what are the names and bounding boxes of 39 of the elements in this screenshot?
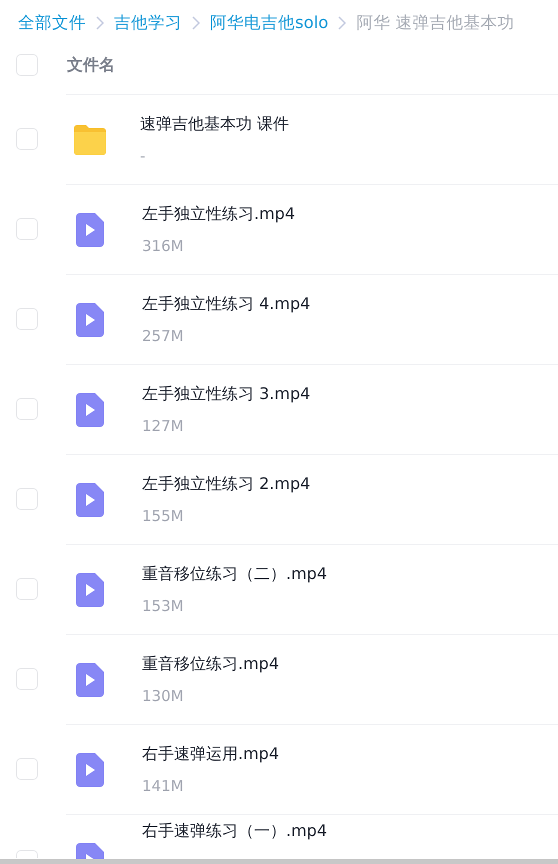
row-checkbox[interactable] <box>16 850 38 858</box>
file-name[interactable]: 重音移位练习（二）.mp4 <box>142 564 328 585</box>
video-file-icon <box>76 392 104 426</box>
select-all-checkbox[interactable] <box>16 54 38 76</box>
row-checkbox[interactable] <box>16 398 38 420</box>
file-size: 316M <box>142 237 185 255</box>
video-file-icon <box>76 662 104 696</box>
file-name[interactable]: 重音移位练习.mp4 <box>142 654 280 675</box>
row-checkbox[interactable] <box>16 668 38 690</box>
file-name[interactable]: 左手独立性练习 2.mp4 <box>142 474 310 495</box>
file-size: 153M <box>142 597 185 615</box>
video-file-icon <box>76 572 104 606</box>
file-size: 141M <box>142 777 185 795</box>
file-size: 130M <box>142 687 185 705</box>
chevron-icon <box>96 16 104 30</box>
file-size: 257M <box>142 327 185 345</box>
file-name[interactable]: 速弹吉他基本功 课件 <box>140 114 290 135</box>
file-size: 127M <box>142 417 185 435</box>
file-size: - <box>140 147 146 165</box>
row-checkbox[interactable] <box>16 218 38 240</box>
video-file-icon <box>76 212 104 246</box>
video-file-icon <box>76 302 104 336</box>
chevron-icon <box>192 16 200 30</box>
folder-icon <box>72 124 108 156</box>
row-checkbox[interactable] <box>16 578 38 600</box>
video-file-icon <box>76 482 104 516</box>
row-checkbox[interactable] <box>16 488 38 510</box>
file-name[interactable]: 左手独立性练习 3.mp4 <box>142 384 310 405</box>
chevron-icon <box>338 16 346 30</box>
file-name[interactable]: 右手速弹运用.mp4 <box>142 744 280 765</box>
file-name[interactable]: 右手速弹练习（一）.mp4 <box>142 821 328 842</box>
video-file-icon <box>76 752 104 786</box>
file-size: 155M <box>142 507 185 525</box>
row-checkbox[interactable] <box>16 758 38 780</box>
file-name[interactable]: 左手独立性练习 4.mp4 <box>142 294 310 315</box>
column-header: 文件名 <box>67 54 115 76</box>
file-name[interactable]: 左手独立性练习.mp4 <box>142 204 296 225</box>
row-checkbox[interactable] <box>16 128 38 150</box>
row-checkbox[interactable] <box>16 308 38 330</box>
